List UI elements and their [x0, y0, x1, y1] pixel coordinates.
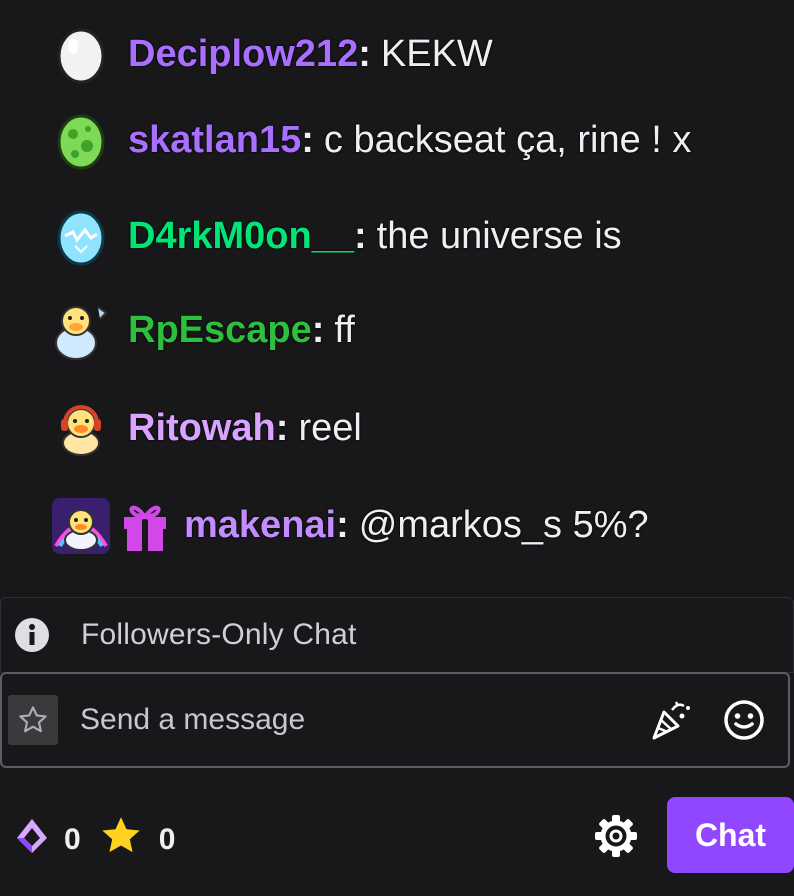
chat-message: makenai: @markos_s 5%?: [50, 495, 649, 555]
chat-message-text: reel: [298, 406, 362, 449]
chat-colon: :: [358, 32, 371, 75]
green-egg-badge-icon[interactable]: [50, 109, 112, 171]
chat-message-input[interactable]: [80, 703, 646, 737]
headphones-duck-badge-icon[interactable]: [50, 397, 112, 459]
chat-username[interactable]: Deciplow212: [128, 33, 358, 76]
chat-colon: :: [353, 214, 367, 257]
star-icon[interactable]: [99, 814, 143, 866]
star-outline-icon[interactable]: [8, 695, 58, 745]
gear-icon[interactable]: [592, 812, 640, 860]
chat-username[interactable]: RpEscape: [128, 309, 312, 352]
party-popper-icon[interactable]: [646, 696, 694, 744]
cracked-blue-egg-badge-icon[interactable]: [50, 205, 112, 267]
chat-send-button[interactable]: Chat: [667, 797, 794, 873]
rainbow-duck-badge-icon[interactable]: [50, 494, 112, 556]
chat-message-text: the universe is: [376, 214, 622, 257]
channel-points-count: 0: [64, 823, 81, 856]
chat-message: D4rkM0on__: the universe is: [50, 206, 622, 266]
chat-username[interactable]: Ritowah: [128, 407, 276, 450]
white-egg-badge-icon[interactable]: [50, 23, 112, 85]
notice-text: Followers-Only Chat: [81, 618, 357, 651]
chat-username[interactable]: skatlan15: [128, 119, 301, 162]
chat-message-text: ff: [334, 308, 355, 351]
chat-message: skatlan15: c backseat ça, rine ! x: [50, 110, 691, 170]
chat-input-container: [0, 672, 790, 768]
chat-footer: 0 0 Chat: [0, 788, 794, 878]
points-summary: 0 0: [14, 814, 193, 866]
chat-username[interactable]: D4rkM0on__: [128, 215, 354, 258]
stars-count: 0: [158, 823, 176, 856]
chat-colon: :: [311, 308, 325, 351]
gift-badge-icon[interactable]: [120, 497, 172, 553]
chat-message: Ritowah: reel: [50, 398, 362, 458]
chat-colon: :: [301, 118, 314, 161]
chat-message: Deciplow212: KEKW: [50, 24, 493, 84]
smiley-icon[interactable]: [720, 696, 768, 744]
chat-message-text: c backseat ça, rine ! x: [323, 118, 692, 161]
chat-message-text: KEKW: [380, 32, 493, 75]
channel-points-icon[interactable]: [14, 816, 50, 864]
chat-colon: :: [336, 503, 349, 546]
hatching-duck-badge-icon[interactable]: [50, 299, 112, 361]
chat-colon: :: [275, 406, 289, 449]
info-icon[interactable]: [13, 616, 51, 654]
chat-message-list: Deciplow212: KEKW skatlan15: c backseat …: [0, 0, 794, 590]
chat-username[interactable]: makenai: [184, 504, 336, 547]
chat-message-text: @markos_s 5%?: [358, 503, 649, 546]
chat-message: RpEscape: ff: [50, 300, 355, 360]
followers-only-notice: Followers-Only Chat: [0, 597, 794, 673]
